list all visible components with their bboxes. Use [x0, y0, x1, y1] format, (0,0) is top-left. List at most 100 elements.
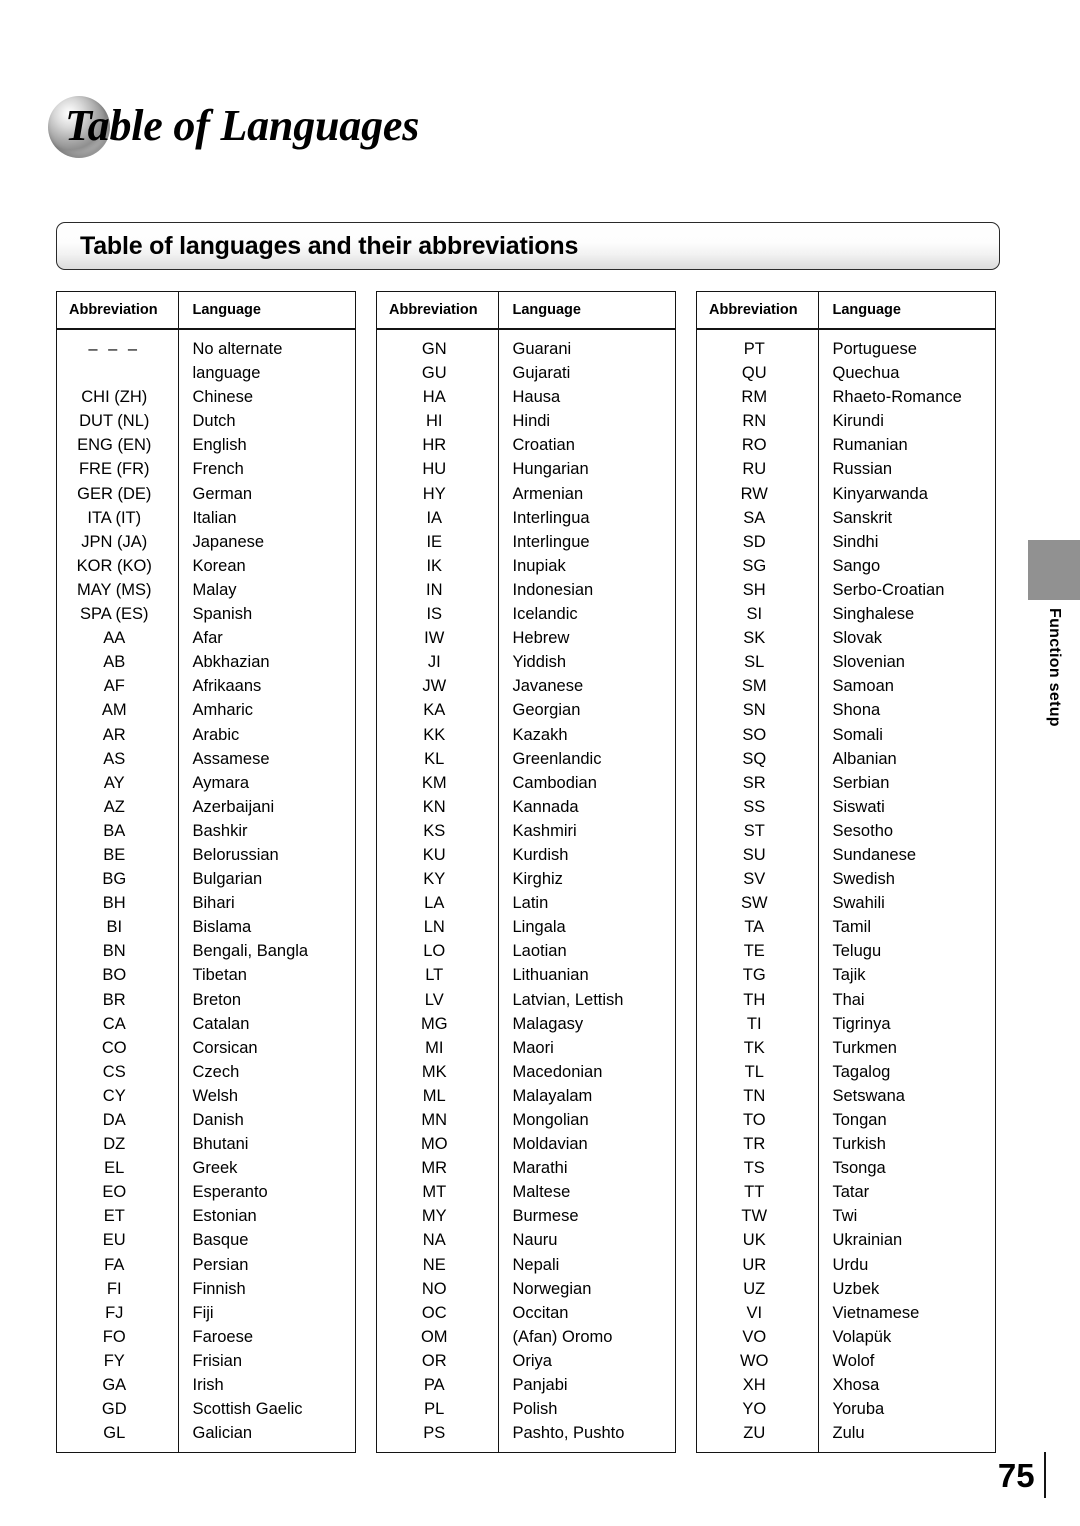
language-cell: Oriya: [512, 1351, 552, 1370]
abbreviation-cell: JPN (JA): [57, 529, 179, 554]
table-row: MR Marathi: [377, 1156, 675, 1181]
table-row: HR Croatian: [377, 433, 675, 458]
table-row: SR Serbian: [697, 770, 995, 795]
abbreviation-cell: ET: [57, 1204, 179, 1229]
table-row: UZ Uzbek: [697, 1276, 995, 1301]
table-row: FI Finnish: [57, 1276, 355, 1301]
language-cell: Finnish: [192, 1279, 246, 1298]
table-row: SM Samoan: [697, 674, 995, 699]
language-cell: Azerbaijani: [192, 797, 275, 816]
abbreviation-cell: TW: [697, 1204, 819, 1229]
abbreviation-cell: TI: [697, 1011, 819, 1036]
abbreviation-cell: CS: [57, 1059, 179, 1084]
table-row: KK Kazakh: [377, 722, 675, 747]
table-row: KM Cambodian: [377, 770, 675, 795]
column-header-language: Language: [178, 292, 355, 330]
table-row: CO Corsican: [57, 1035, 355, 1060]
language-cell: Tamil: [832, 918, 872, 937]
abbreviation-cell: DA: [57, 1108, 179, 1133]
language-cell: Maori: [512, 1038, 554, 1057]
abbreviation-cell: JI: [377, 650, 499, 675]
table-row: PT Portuguese: [697, 329, 995, 362]
abbreviation-cell: SV: [697, 867, 819, 892]
table-row: TH Thai: [697, 987, 995, 1012]
abbreviation-cell: AZ: [57, 794, 179, 819]
abbreviation-cell: RU: [697, 457, 819, 482]
table-row: AZ Azerbaijani: [57, 794, 355, 819]
language-cell: Yiddish: [512, 653, 567, 672]
table-row: FO Faroese: [57, 1324, 355, 1349]
abbreviation-cell: MI: [377, 1035, 499, 1060]
table-row: OC Occitan: [377, 1300, 675, 1325]
abbreviation-cell: SO: [697, 722, 819, 747]
abbreviation-cell: XH: [697, 1373, 819, 1398]
abbreviation-cell: UZ: [697, 1276, 819, 1301]
abbreviation-cell: BN: [57, 939, 179, 964]
abbreviation-cell: CHI (ZH): [57, 385, 179, 410]
table-row: SD Sindhi: [697, 529, 995, 554]
abbreviation-cell: CA: [57, 1011, 179, 1036]
table-row: RM Rhaeto-Romance: [697, 385, 995, 410]
table-row: RU Russian: [697, 457, 995, 482]
language-cell: Icelandic: [512, 605, 578, 624]
table-header-row: Abbreviation Language: [377, 292, 675, 330]
abbreviation-cell: MT: [377, 1180, 499, 1205]
abbreviation-cell: KM: [377, 770, 499, 795]
language-cell: Cambodian: [512, 773, 597, 792]
language-cell: Korean: [192, 556, 246, 575]
language-cell: Kirghiz: [512, 870, 563, 889]
table-row: NO Norwegian: [377, 1276, 675, 1301]
language-cell: Siswati: [832, 797, 885, 816]
language-cell: Serbo-Croatian: [832, 580, 945, 599]
abbreviation-cell: FRE (FR): [57, 457, 179, 482]
table-row: TO Tongan: [697, 1108, 995, 1133]
table-row: VO Volapük: [697, 1324, 995, 1349]
abbreviation-cell: LV: [377, 987, 499, 1012]
language-cell: Kirundi: [832, 412, 884, 431]
language-cell: Breton: [192, 990, 242, 1009]
abbreviation-cell: BH: [57, 891, 179, 916]
language-cell: Catalan: [192, 1014, 250, 1033]
abbreviation-cell: DZ: [57, 1132, 179, 1157]
table-row: SN Shona: [697, 698, 995, 723]
abbreviation-cell: HA: [377, 385, 499, 410]
table-header-row: Abbreviation Language: [57, 292, 355, 330]
abbreviation-cell: KU: [377, 842, 499, 868]
table-row: BA Bashkir: [57, 818, 355, 843]
table-row: JI Yiddish: [377, 650, 675, 675]
abbreviation-cell: RW: [697, 481, 819, 506]
abbreviation-cell: SH: [697, 577, 819, 603]
table-row: KS Kashmiri: [377, 818, 675, 843]
abbreviation-cell: TO: [697, 1108, 819, 1133]
table-row: YO Yoruba: [697, 1397, 995, 1422]
language-cell: Aymara: [192, 773, 250, 792]
table-row: SW Swahili: [697, 891, 995, 916]
language-cell: Arabic: [192, 725, 240, 744]
table-row: XH Xhosa: [697, 1373, 995, 1398]
table-row: AR Arabic: [57, 722, 355, 747]
side-tab-label: Function setup: [1046, 608, 1063, 727]
language-cell: Tajik: [832, 966, 866, 985]
language-cell: Georgian: [512, 701, 581, 720]
language-cell: Chinese: [192, 388, 254, 407]
language-cell: Samoan: [832, 677, 894, 696]
language-cell: Kurdish: [512, 845, 569, 864]
table-row: UK Ukrainian: [697, 1228, 995, 1253]
table-row: GU Gujarati: [377, 361, 675, 386]
abbreviation-cell: AA: [57, 626, 179, 651]
table-row: TS Tsonga: [697, 1156, 995, 1181]
language-cell: Italian: [192, 508, 237, 527]
abbreviation-cell: MY: [377, 1204, 499, 1229]
abbreviation-cell: WO: [697, 1348, 819, 1374]
abbreviation-cell: RN: [697, 409, 819, 434]
language-cell: Latvian, Lettish: [512, 990, 624, 1009]
abbreviation-cell: ENG (EN): [57, 433, 179, 458]
table-row: BI Bislama: [57, 915, 355, 940]
language-cell: Macedonian: [512, 1062, 603, 1081]
abbreviation-cell: RM: [697, 385, 819, 410]
abbreviation-cell: MR: [377, 1156, 499, 1181]
table-row: ST Sesotho: [697, 818, 995, 843]
language-cell: Mongolian: [512, 1111, 589, 1129]
language-cell: Interlingue: [512, 532, 590, 551]
table-row: SO Somali: [697, 722, 995, 747]
